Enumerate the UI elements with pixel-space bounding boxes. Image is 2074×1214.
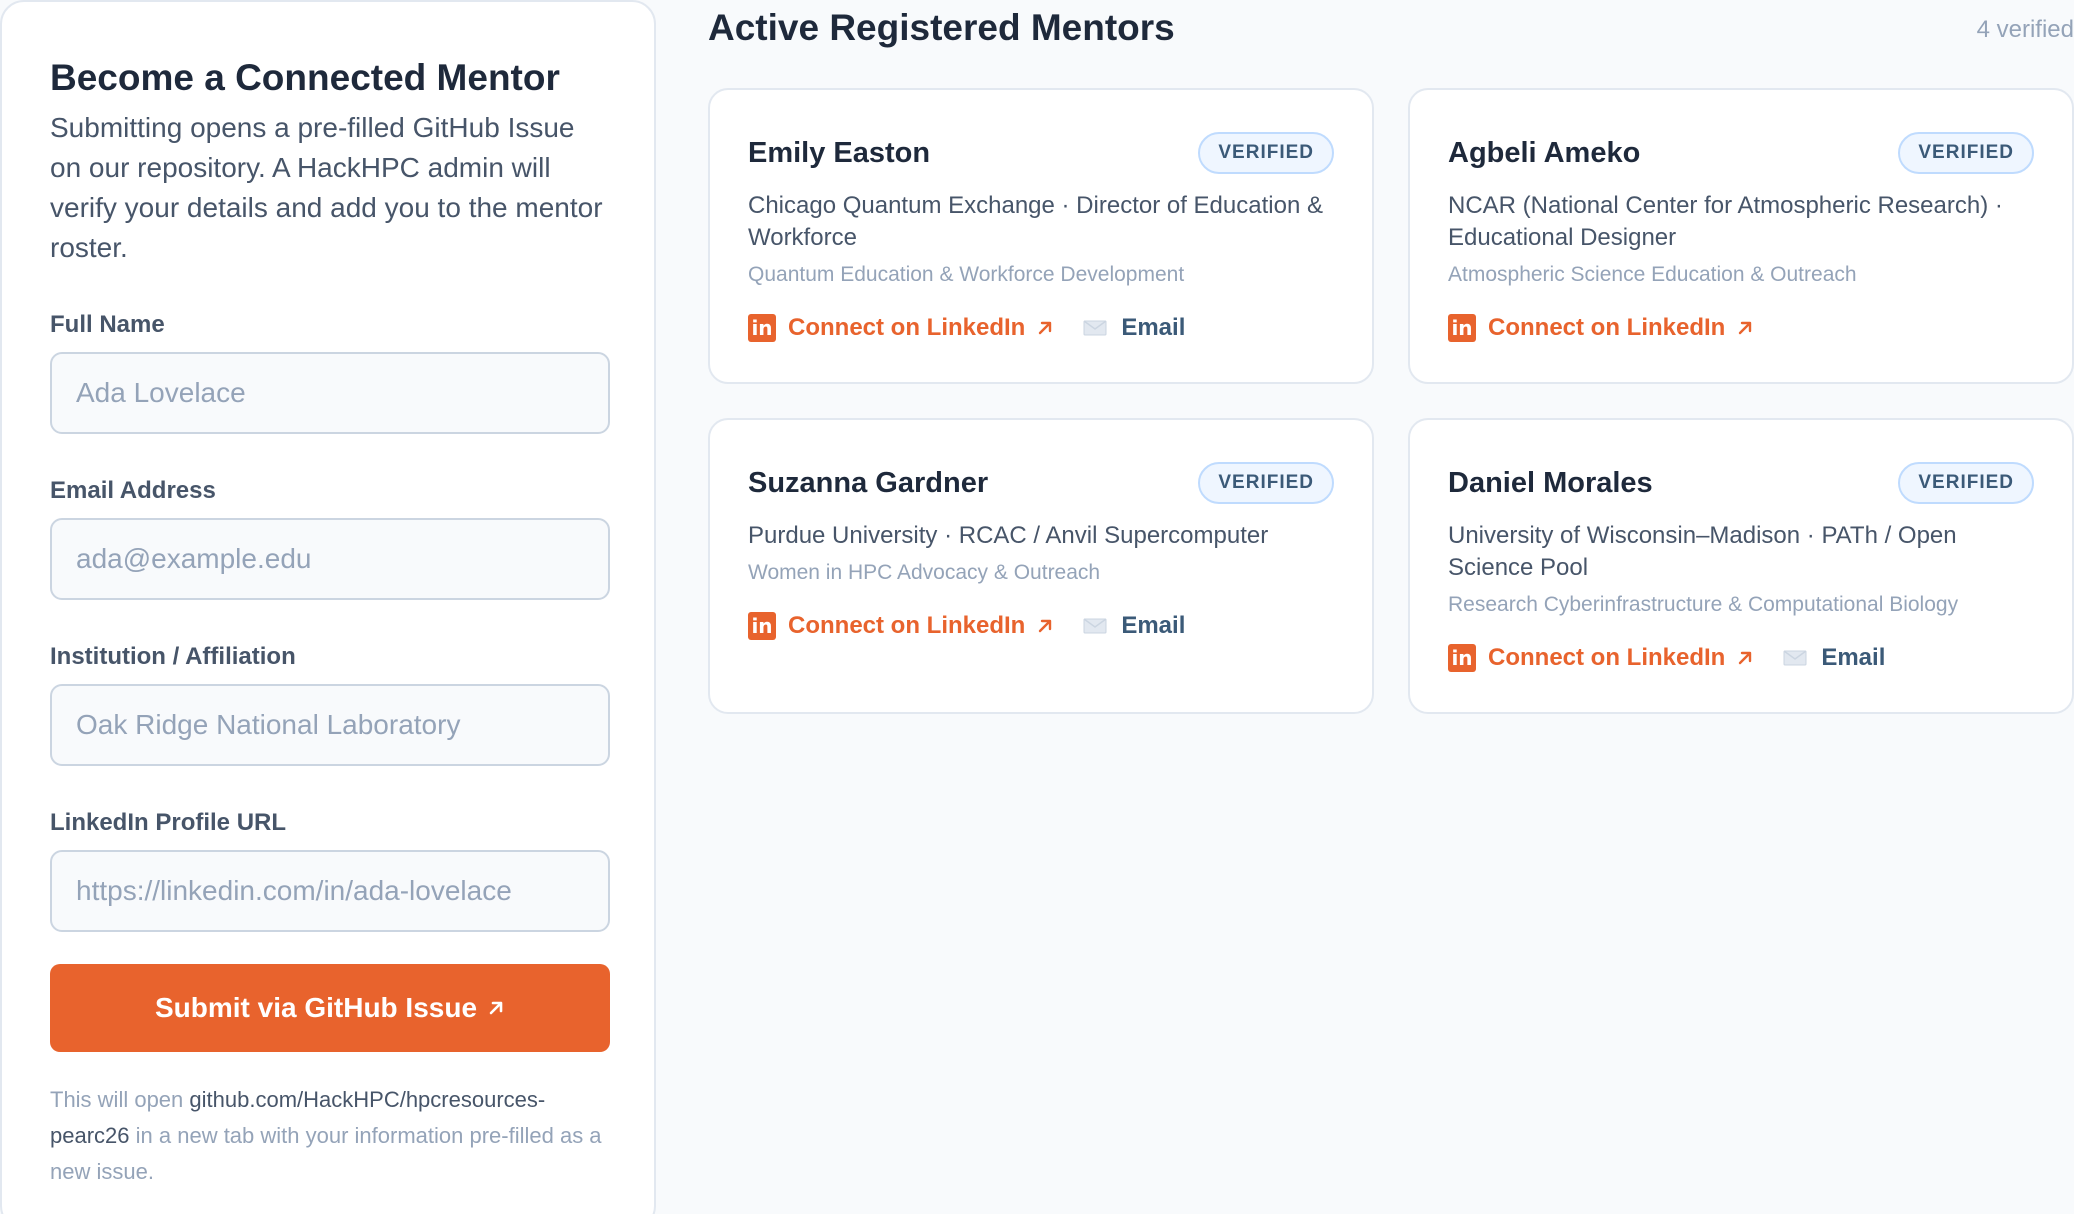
mentors-title: Active Registered Mentors [708,7,1175,48]
linkedin-url-label: LinkedIn Profile URL [50,809,287,836]
mentor-focus: Quantum Education & Workforce Developmen… [748,263,1185,286]
mentor-focus: Research Cyberinfrastructure & Computati… [1448,593,1959,616]
mentor-affiliation: Chicago Quantum Exchange · Director of E… [748,192,1323,251]
mentor-affiliation: University of Wisconsin–Madison · PATh /… [1448,522,1957,581]
mentor-cards-grid: Emily Easton VERIFIED Chicago Quantum Ex… [708,88,2074,714]
verified-badge: VERIFIED [1898,462,2034,504]
linkedin-url-input[interactable] [50,850,610,932]
mentor-name: Agbeli Ameko [1448,136,1641,169]
mentor-card: Agbeli Ameko VERIFIED NCAR (National Cen… [1408,88,2074,384]
email-link-label: Email [1121,314,1186,341]
verified-badge: VERIFIED [1198,132,1334,174]
submit-github-issue-button[interactable]: Submit via GitHub Issue [50,964,610,1052]
verified-badge: VERIFIED [1198,462,1334,504]
mentor-card: Emily Easton VERIFIED Chicago Quantum Ex… [708,88,1374,384]
mentor-focus: Women in HPC Advocacy & Outreach [748,561,1101,584]
form-note: This will open github.com/HackHPC/hpcres… [50,1082,610,1190]
mail-icon [1083,618,1107,634]
submit-button-label: Submit via GitHub Issue [154,992,478,1023]
email-link[interactable]: Email [1083,612,1185,640]
mentor-name: Suzanna Gardner [748,466,989,499]
mail-icon [1083,320,1107,336]
form-note-suffix: in a new tab with your information pre-f… [50,1123,602,1184]
email-input[interactable] [50,518,610,600]
email-link[interactable]: Email [1783,644,1885,672]
mentor-affiliation: Purdue University · RCAC / Anvil Superco… [748,522,1269,549]
mentor-signup-form: Become a Connected Mentor Submitting ope… [0,0,656,1214]
verified-badge: VERIFIED [1898,132,2034,174]
linkedin-link-label: Connect on LinkedIn [788,314,1026,341]
mentor-card: Daniel Morales VERIFIED University of Wi… [1408,418,2074,714]
linkedin-link[interactable]: in Connect on LinkedIn [748,612,1053,640]
mentor-name: Emily Easton [748,136,931,169]
linkedin-link-label: Connect on LinkedIn [788,612,1026,639]
form-note-prefix: This will open [50,1087,184,1112]
linkedin-link-label: Connect on LinkedIn [1488,644,1726,671]
linkedin-icon: in [748,314,776,342]
page: Become a Connected Mentor Submitting ope… [0,0,2074,1214]
mentor-focus: Atmospheric Science Education & Outreach [1448,263,1857,286]
external-arrow-icon [1039,321,1052,335]
linkedin-icon: in [1448,314,1476,342]
mentor-card: Suzanna Gardner VERIFIED Purdue Universi… [708,418,1374,714]
email-link-label: Email [1821,644,1886,671]
linkedin-link[interactable]: in Connect on LinkedIn [1448,314,1753,342]
verified-count: 4 verified [1976,16,2074,43]
institution-label: Institution / Affiliation [50,643,296,670]
full-name-input[interactable] [50,352,610,434]
linkedin-link[interactable]: in Connect on LinkedIn [1448,644,1753,672]
institution-input[interactable] [50,684,610,766]
mentor-affiliation: NCAR (National Center for Atmospheric Re… [1448,192,2003,251]
mentor-name: Daniel Morales [1448,466,1653,499]
external-arrow-icon [489,1001,503,1015]
external-arrow-icon [1739,321,1752,335]
form-description: Submitting opens a pre-filled GitHub Iss… [50,112,603,263]
form-title: Become a Connected Mentor [50,57,560,98]
email-label: Email Address [50,477,216,504]
email-link[interactable]: Email [1083,314,1185,342]
mail-icon [1783,650,1807,666]
full-name-label: Full Name [50,311,165,338]
linkedin-link-label: Connect on LinkedIn [1488,314,1726,341]
linkedin-icon: in [1448,644,1476,672]
external-arrow-icon [1739,651,1752,665]
linkedin-link[interactable]: in Connect on LinkedIn [748,314,1053,342]
external-arrow-icon [1039,619,1052,633]
email-link-label: Email [1121,612,1186,639]
linkedin-icon: in [748,612,776,640]
